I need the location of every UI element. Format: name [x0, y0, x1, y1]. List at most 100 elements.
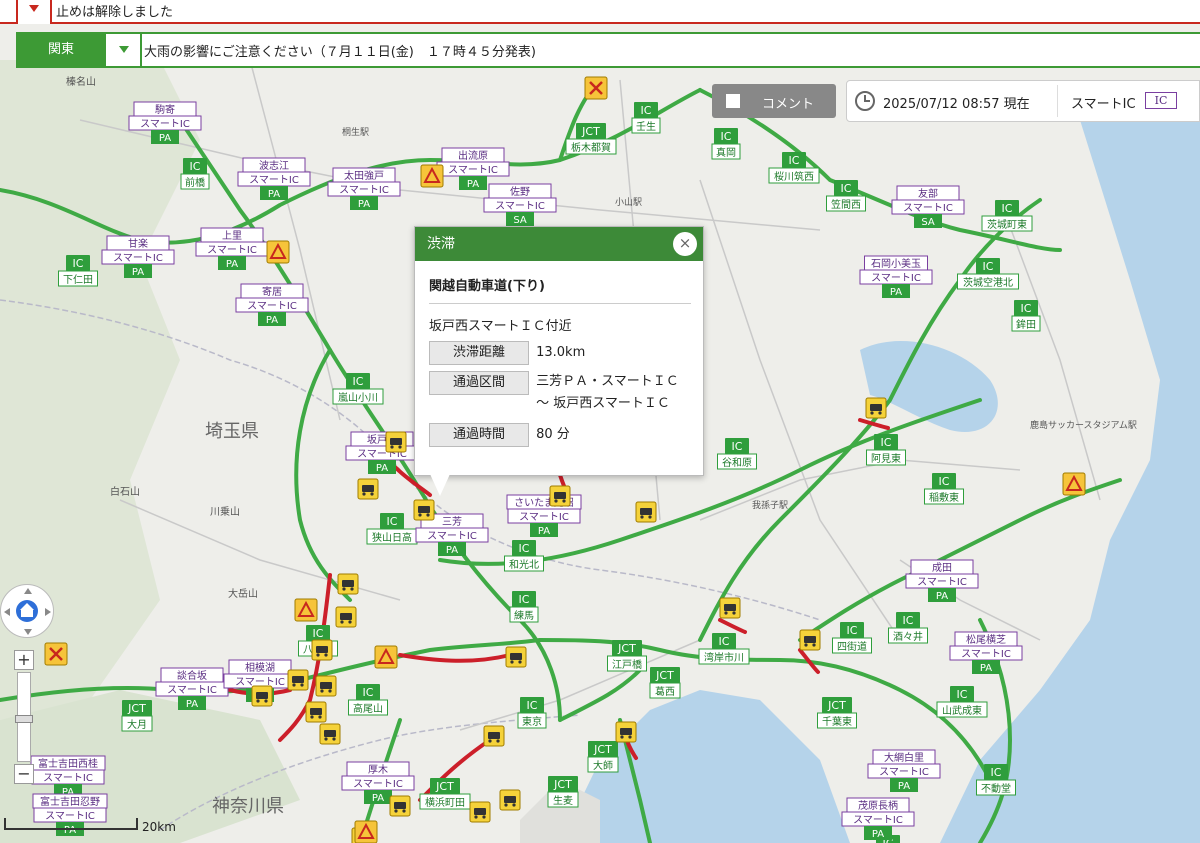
ic-badge-name: 東京 [522, 715, 542, 728]
warning-icon[interactable] [1062, 472, 1086, 496]
ic-badge[interactable]: IC 壬生 [631, 102, 661, 134]
ic-badge-type: IC [957, 688, 968, 701]
warning-icon[interactable] [266, 240, 290, 264]
ic-badge-type: IC [939, 475, 950, 488]
congestion-car-icon[interactable] [357, 478, 379, 500]
region-selector[interactable]: 関東 [16, 32, 106, 68]
ic-badge-type: JCT [435, 780, 454, 793]
congestion-car-icon[interactable] [505, 646, 527, 668]
congestion-car-icon[interactable] [413, 499, 435, 521]
facility-type: PA [538, 526, 550, 537]
ic-badge[interactable]: JCT 大月 [121, 700, 153, 732]
popup-header: 渋滞 × [415, 227, 703, 261]
close-icon[interactable]: × [673, 232, 697, 256]
popup-pointer [430, 474, 450, 496]
ic-badge[interactable]: IC 練馬 [509, 591, 539, 623]
ic-badge-name: 四街道 [837, 640, 867, 653]
congestion-car-icon[interactable] [311, 639, 333, 661]
ic-badge-name: 桜川筑西 [774, 170, 814, 183]
smart-ic-type: スマートIC [140, 119, 190, 130]
warning-icon[interactable] [354, 820, 378, 843]
congestion-car-icon[interactable] [319, 723, 341, 745]
ic-badge-type: IC [841, 182, 852, 195]
ic-badge-name: 和光北 [509, 558, 539, 571]
ic-badge-name: 大師 [593, 759, 613, 772]
congestion-car-icon[interactable] [337, 573, 359, 595]
popup-row-time: 通過時間 80 分 [429, 423, 570, 447]
smart-ic-name: 富士吉田西桂 [38, 757, 98, 770]
ic-badge[interactable]: JCT 大師 [587, 741, 619, 773]
smart-ic-type: スマートIC [427, 531, 477, 542]
congestion-car-icon[interactable] [305, 701, 327, 723]
arrow-down-icon[interactable] [24, 629, 32, 635]
ic-badge[interactable]: IC 真岡 [711, 128, 741, 160]
region-dropdown-button[interactable] [106, 32, 142, 68]
region-bar: 関東 大雨の影響にご注意ください（７月１１日(金) １７時４５分発表) [16, 32, 1200, 68]
smart-ic-type: スマートIC [879, 767, 929, 778]
arrow-up-icon[interactable] [24, 588, 32, 594]
popup-divider [429, 303, 691, 304]
ic-badge[interactable]: IC 鉾田 [1011, 300, 1041, 332]
congestion-car-icon[interactable] [799, 629, 821, 651]
congestion-car-icon[interactable] [549, 485, 571, 507]
ic-badge[interactable]: JCT 生麦 [547, 776, 579, 808]
road-closed-icon[interactable] [44, 642, 68, 666]
congestion-car-icon[interactable] [499, 789, 521, 811]
congestion-car-icon[interactable] [389, 795, 411, 817]
smart-ic-type: スマートIC [43, 773, 93, 784]
congestion-car-icon[interactable] [865, 397, 887, 419]
congestion-car-icon[interactable] [483, 725, 505, 747]
ic-badge[interactable]: JCT 葛西 [649, 667, 681, 699]
smart-ic-name: 大網白里 [884, 751, 924, 764]
zoom-out-button[interactable]: − [14, 764, 34, 784]
warning-icon[interactable] [420, 164, 444, 188]
congestion-car-icon[interactable] [385, 431, 407, 453]
smart-ic-type: スマートIC [167, 685, 217, 696]
congestion-car-icon[interactable] [635, 501, 657, 523]
warning-icon[interactable] [374, 645, 398, 669]
smart-ic-name: 富士吉田忍野 [40, 795, 100, 808]
congestion-car-icon[interactable] [469, 801, 491, 823]
ic-badge-type: IC [363, 686, 374, 699]
ic-badge[interactable]: JCT 千葉東 [817, 697, 857, 729]
mountain-label: 白石山 [110, 485, 140, 498]
congestion-car-icon[interactable] [615, 721, 637, 743]
congestion-car-icon[interactable] [719, 597, 741, 619]
congestion-car-icon[interactable] [287, 669, 309, 691]
congestion-car-icon[interactable] [335, 606, 357, 628]
smart-ic-name: 佐野 [510, 186, 530, 198]
comment-toggle[interactable]: コメント [712, 84, 836, 118]
ic-badge-type: JCT [827, 699, 846, 712]
ic-badge[interactable]: JCT 江戸橋 [607, 640, 647, 672]
clock-icon [855, 91, 875, 111]
smart-ic-name: 波志江 [259, 159, 289, 172]
ic-badge-type: JCT [127, 702, 146, 715]
road-closed-icon[interactable] [584, 76, 608, 100]
congestion-car-icon[interactable] [315, 675, 337, 697]
home-icon[interactable] [16, 600, 38, 622]
station-label: 小山駅 [615, 197, 642, 208]
zoom-slider[interactable] [15, 672, 33, 762]
smart-ic-type: スマートIC [113, 253, 163, 264]
ic-badge-name: 高尾山 [353, 702, 383, 715]
ic-badge-name: 大月 [127, 718, 147, 731]
ic-badge-type: IC [527, 699, 538, 712]
congestion-car-icon[interactable] [251, 685, 273, 707]
pan-control[interactable] [0, 584, 54, 638]
prefecture-label: 埼玉県 [205, 421, 259, 442]
ic-badge-name: 壬生 [636, 120, 656, 133]
zoom-in-button[interactable]: + [14, 650, 34, 670]
zoom-slider-handle[interactable] [15, 715, 33, 723]
congestion-popup: 渋滞 × 関越自動車道(下り) 坂戸西スマートＩＣ付近 渋滞距離 13.0km … [414, 226, 704, 476]
smart-ic-legend-icon: IC [1145, 92, 1177, 109]
facility-type: PA [226, 259, 238, 270]
arrow-right-icon[interactable] [45, 608, 51, 616]
alert-toggle-button[interactable] [16, 0, 52, 24]
arrow-left-icon[interactable] [4, 608, 10, 616]
ic-badge[interactable]: IC 東京 [517, 697, 547, 729]
facility-type: PA [376, 463, 388, 474]
scale-bar [4, 818, 138, 830]
facility-type: PA [898, 781, 910, 792]
warning-icon[interactable] [294, 598, 318, 622]
ic-badge[interactable]: IC 前橋 [180, 158, 210, 190]
